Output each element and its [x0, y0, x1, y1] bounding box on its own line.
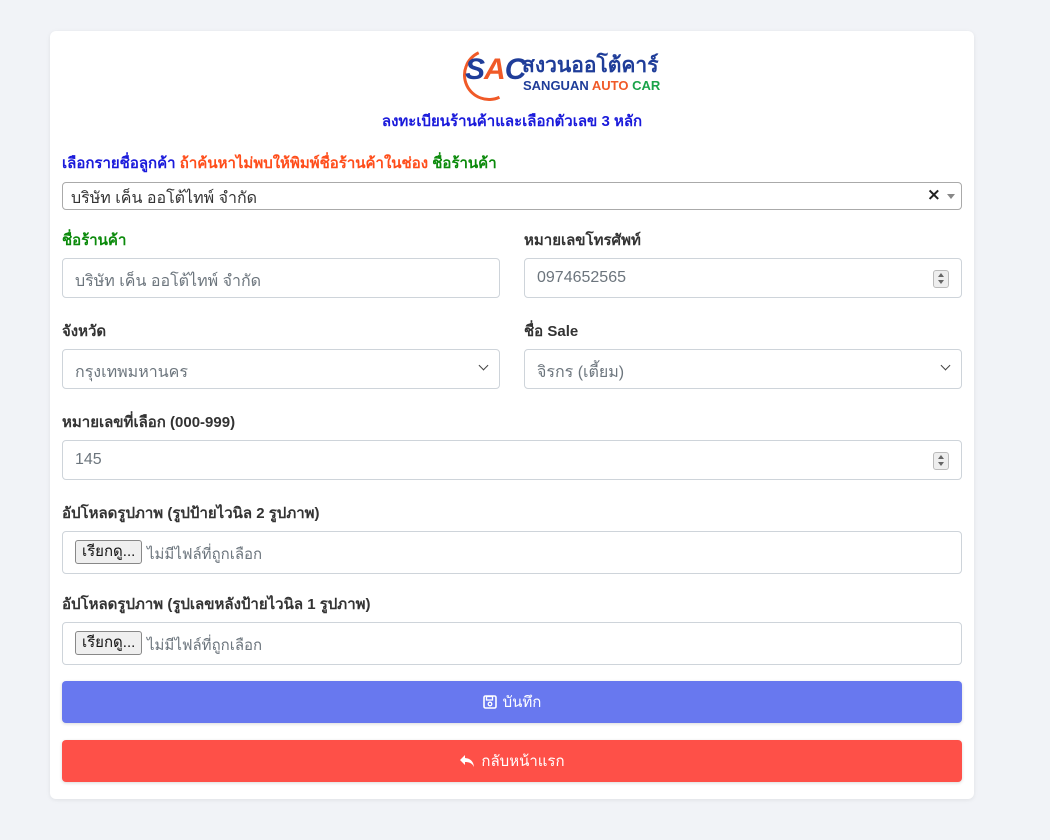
phone-label: หมายเลขโทรศัพท์: [524, 232, 641, 249]
instruction-part-1: เลือกรายชื่อลูกค้า: [62, 155, 176, 172]
back-button-label: กลับหน้าแรก: [481, 753, 565, 770]
chevron-down-icon: [940, 360, 951, 371]
no-file-text: ไม่มีไฟล์ที่ถูกเลือก: [147, 546, 263, 563]
reply-arrow-icon: [460, 755, 475, 767]
province-label: จังหวัด: [62, 323, 107, 340]
customer-select[interactable]: บริษัท เค็น ออโต้ไทพ์ จำกัด ×: [62, 182, 962, 210]
registration-card: SAC สงวนออโต้คาร์ SANGUAN AUTO CAR ลงทะเ…: [50, 31, 974, 799]
logo-eng-car: CAR: [632, 78, 661, 93]
no-file-text: ไม่มีไฟล์ที่ถูกเลือก: [147, 637, 263, 654]
floppy-disk-icon: [482, 695, 497, 709]
instruction-text: เลือกรายชื่อลูกค้า ถ้าค้นหาไม่พบให้พิมพ์…: [62, 151, 497, 175]
province-value: กรุงเทพมหานคร: [75, 364, 188, 381]
sale-select[interactable]: จิรกร (เตี้ยม): [524, 349, 962, 389]
instruction-part-2: ถ้าค้นหาไม่พบให้พิมพ์ชื่อร้านค้าในช่อง: [179, 155, 429, 172]
save-button[interactable]: บันทึก: [62, 681, 962, 723]
browse-button[interactable]: เรียกดู...: [75, 631, 143, 655]
browse-button[interactable]: เรียกดู...: [75, 540, 143, 564]
shop-name-label: ชื่อร้านค้า: [62, 232, 127, 249]
shop-name-value: บริษัท เค็น ออโต้ไทพ์ จำกัด: [75, 273, 262, 290]
number-spinner-icon[interactable]: [933, 452, 949, 470]
chevron-down-icon: [478, 360, 489, 371]
logo-eng-sanguan: SANGUAN: [523, 78, 589, 93]
upload1-label: อัปโหลดรูปภาพ (รูปป้ายไวนิล 2 รูปภาพ): [62, 505, 320, 522]
logo-sac: SAC: [465, 53, 526, 86]
clear-icon[interactable]: ×: [927, 185, 941, 205]
logo-eng-text: SANGUAN AUTO CAR: [523, 78, 660, 93]
province-select[interactable]: กรุงเทพมหานคร: [62, 349, 500, 389]
number-value: 145: [75, 451, 102, 468]
number-label: หมายเลขที่เลือก (000-999): [62, 414, 236, 431]
logo-eng-auto: AUTO: [591, 78, 629, 93]
caret-down-icon[interactable]: [947, 194, 955, 199]
upload1-file-input[interactable]: เรียกดู... ไม่มีไฟล์ที่ถูกเลือก: [62, 531, 962, 574]
sac-logo: SAC สงวนออโต้คาร์ SANGUAN AUTO CAR: [455, 41, 665, 109]
number-spinner-icon[interactable]: [933, 270, 949, 288]
phone-value: 0974652565: [537, 269, 626, 286]
page-title: ลงทะเบียนร้านค้าและเลือกตัวเลข 3 หลัก: [381, 113, 643, 130]
customer-select-value: บริษัท เค็น ออโต้ไทพ์ จำกัด: [71, 190, 258, 207]
number-input[interactable]: 145: [62, 440, 962, 480]
sale-value: จิรกร (เตี้ยม): [537, 364, 625, 381]
save-button-label: บันทึก: [502, 694, 542, 711]
upload2-file-input[interactable]: เรียกดู... ไม่มีไฟล์ที่ถูกเลือก: [62, 622, 962, 665]
instruction-part-3: ชื่อร้านค้า: [432, 155, 497, 172]
shop-name-input[interactable]: บริษัท เค็น ออโต้ไทพ์ จำกัด: [62, 258, 500, 298]
sale-label: ชื่อ Sale: [524, 323, 579, 340]
back-home-button[interactable]: กลับหน้าแรก: [62, 740, 962, 782]
phone-input[interactable]: 0974652565: [524, 258, 962, 298]
upload2-label: อัปโหลดรูปภาพ (รูปเลขหลังป้ายไวนิล 1 รูป…: [62, 596, 371, 613]
